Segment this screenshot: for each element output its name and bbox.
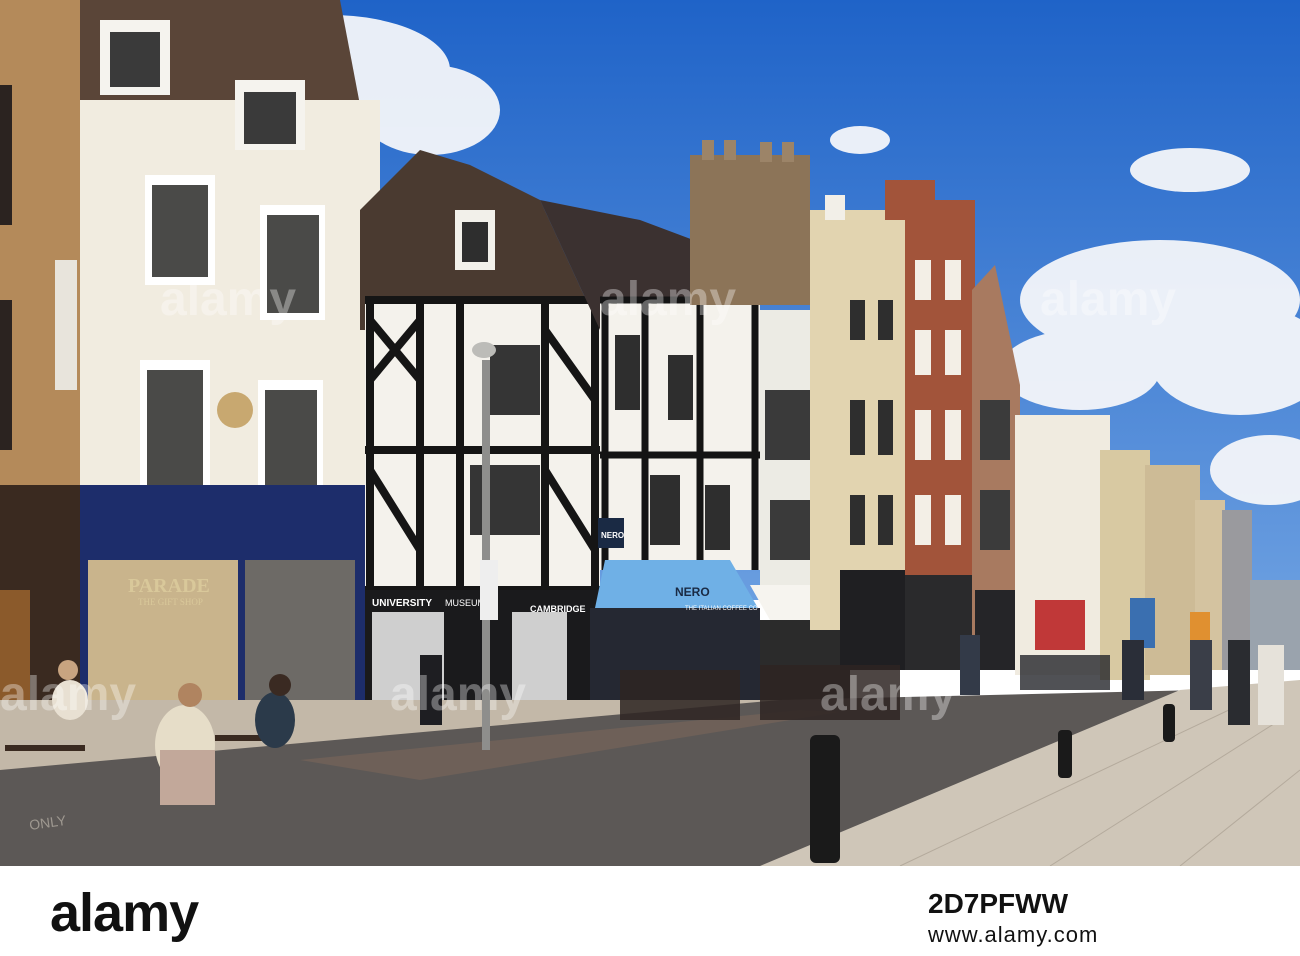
white-building <box>80 0 380 500</box>
watermark-4: alamy <box>0 668 136 721</box>
university-sign: UNIVERSITY <box>372 598 432 609</box>
watermark-6: alamy <box>820 668 956 721</box>
stone-building <box>810 195 910 670</box>
parade-sign: PARADE <box>128 575 210 597</box>
image-id: 2D7PFWW <box>928 888 1068 919</box>
cambridge-sign: CAMBRIDGE <box>530 604 586 614</box>
nero-awning-sign: NERO <box>675 585 710 599</box>
alamy-logo[interactable]: alamy <box>50 882 199 944</box>
brick-building-left <box>0 0 80 500</box>
footer-bar: alamy 2D7PFWW www.alamy.com <box>0 866 1300 956</box>
watermark-1: alamy <box>160 273 296 326</box>
watermark-3: alamy <box>1040 273 1176 326</box>
site-url[interactable]: www.alamy.com <box>928 922 1098 948</box>
watermark-2: alamy <box>600 273 736 326</box>
photo: PARADE THE GIFT SHOP UNIVERSITY MUSEUMS … <box>0 0 1300 866</box>
coffee-tagline: THE ITALIAN COFFEE CO <box>685 606 758 612</box>
watermark-5: alamy <box>390 668 526 721</box>
gift-shop-sign: THE GIFT SHOP <box>138 597 203 607</box>
nero-hanging-sign: NERO <box>601 531 624 540</box>
